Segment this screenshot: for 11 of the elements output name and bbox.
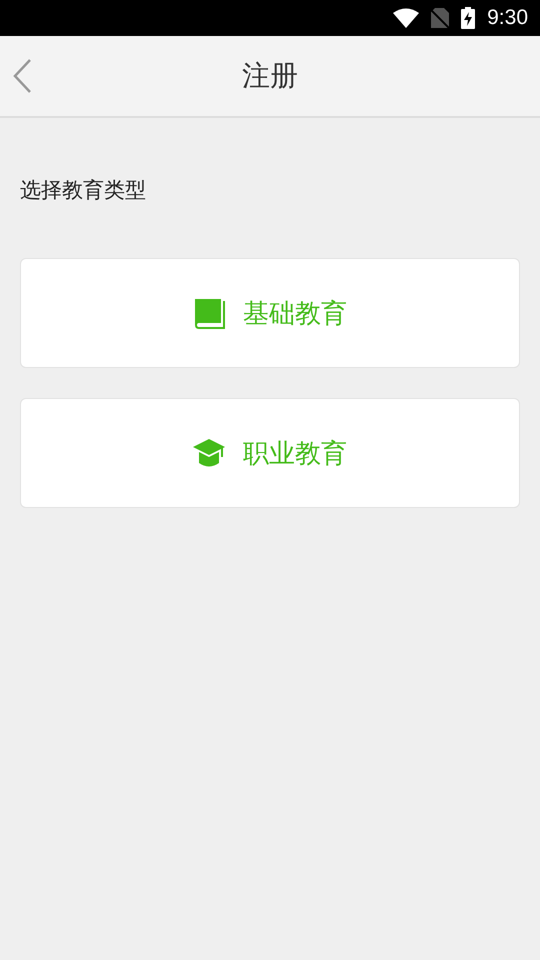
no-sim-icon	[431, 8, 450, 28]
book-icon	[193, 297, 225, 329]
graduation-cap-icon	[193, 438, 225, 468]
education-type-option[interactable]: 基础教育	[20, 258, 520, 368]
wifi-icon	[393, 8, 420, 28]
clock-time: 9:30	[487, 6, 528, 30]
back-icon[interactable]	[12, 58, 32, 94]
section-label: 选择教育类型	[20, 177, 147, 204]
education-type-option[interactable]: 职业教育	[20, 398, 520, 508]
battery-charging-icon	[461, 7, 476, 29]
page-title: 注册	[242, 58, 298, 94]
